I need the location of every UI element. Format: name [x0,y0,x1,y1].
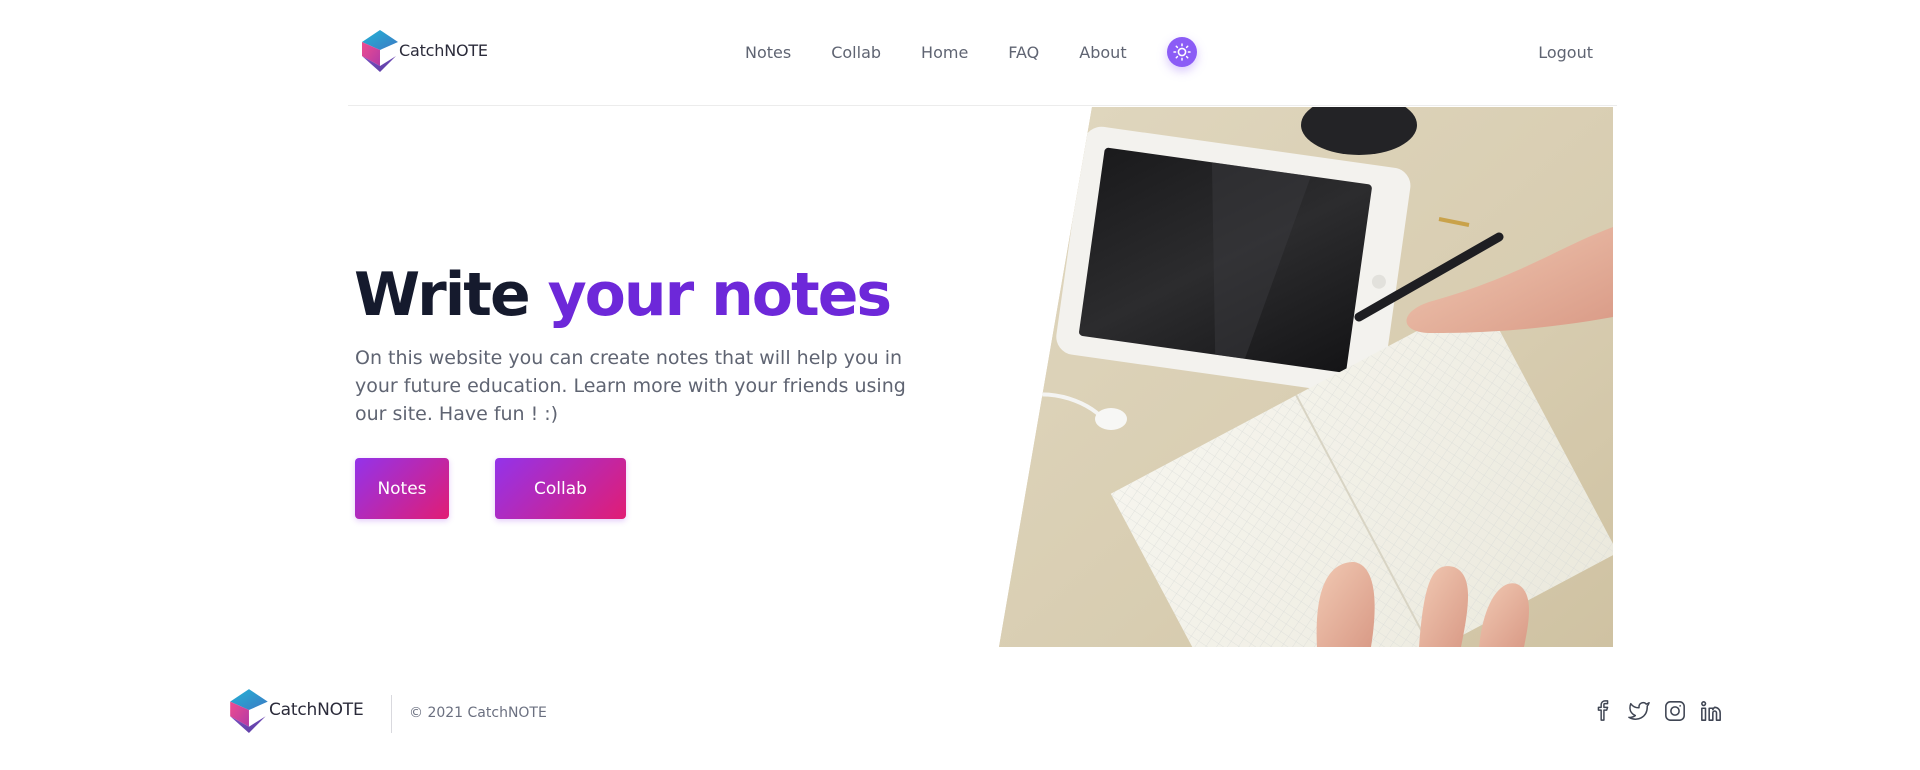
footer-divider [391,695,392,733]
site-header: CatchNOTE Notes Collab Home FAQ About Lo… [348,0,1617,106]
brand-name: CatchNOTE [399,40,488,60]
facebook-link[interactable] [1590,698,1616,724]
twitter-icon [1628,701,1650,720]
site-footer: CatchNOTE © 2021 CatchNOTE [224,680,1724,742]
brand-logo[interactable]: CatchNOTE [358,26,488,74]
hero-description: On this website you can create notes tha… [355,347,906,425]
hero-photo [999,107,1613,647]
linkedin-icon [1701,701,1721,721]
footer-brand-name: CatchNOTE [269,700,364,720]
catchnote-logo-icon [362,30,398,72]
notebook-writing-photo [999,107,1613,647]
catchnote-logo-icon [230,689,268,733]
linkedin-link[interactable] [1698,698,1724,724]
sun-icon [1172,43,1191,61]
nav-item-collab[interactable]: Collab [831,43,881,62]
nav-item-notes[interactable]: Notes [745,43,791,62]
instagram-link[interactable] [1662,698,1688,724]
hero-title-main: Write [354,260,531,330]
notes-button[interactable]: Notes [355,458,449,519]
twitter-link[interactable] [1626,698,1652,724]
logout-link[interactable]: Logout [1538,43,1593,62]
hero-title-accent: your notes [547,260,893,330]
facebook-icon [1597,700,1609,721]
collab-button[interactable]: Collab [495,458,626,519]
instagram-icon [1665,701,1685,721]
nav-item-about[interactable]: About [1079,43,1126,62]
theme-toggle-button[interactable] [1166,37,1197,67]
footer-brand-logo[interactable]: CatchNOTE [226,684,364,736]
hero-title: Write your notes [354,255,893,335]
nav-item-home[interactable]: Home [921,43,968,62]
main-nav: Notes Collab Home FAQ About [745,0,1197,104]
nav-item-faq[interactable]: FAQ [1008,43,1039,62]
social-links [1580,698,1724,724]
copyright-text: © 2021 CatchNOTE [409,705,547,721]
